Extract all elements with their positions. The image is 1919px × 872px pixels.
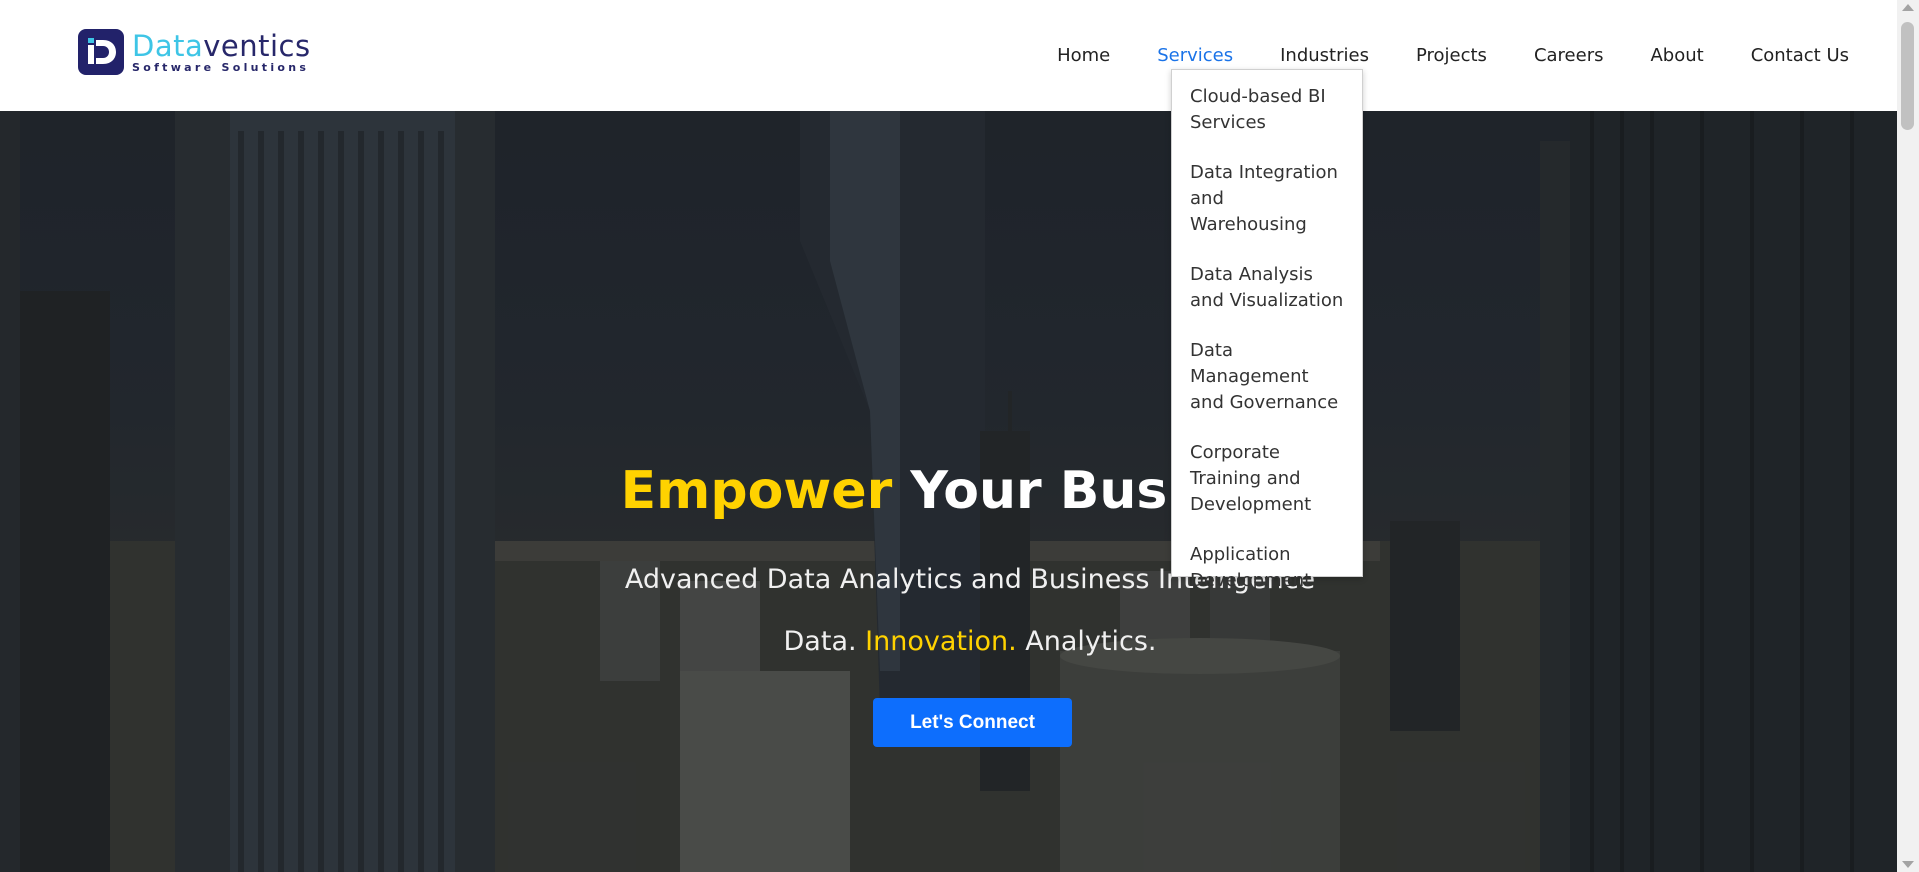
services-dropdown: Cloud-based BI Services Data Integration… <box>1171 69 1363 591</box>
logo-mark-icon <box>78 29 124 75</box>
nav-careers[interactable]: Careers <box>1534 45 1604 66</box>
hero-title: Empower Your Business <box>0 461 1897 521</box>
page-scrollbar[interactable] <box>1897 0 1919 872</box>
services-item-corporate-training[interactable]: Corporate Training and Development <box>1172 440 1362 518</box>
nav-home[interactable]: Home <box>1057 45 1110 66</box>
nav-industries[interactable]: Industries <box>1280 45 1369 66</box>
services-item-data-analysis[interactable]: Data Analysis and Visualization <box>1172 262 1362 314</box>
brand-tagline: Software Solutions <box>132 60 310 74</box>
hero-title-highlight: Empower <box>620 461 893 521</box>
site-header: Dataventics Software Solutions Home Serv… <box>0 0 1897 111</box>
dataventics-logo[interactable]: Dataventics Software Solutions <box>78 29 311 75</box>
tagline-analytics: Analytics. <box>1016 626 1157 657</box>
nav-contact-us[interactable]: Contact Us <box>1751 45 1849 66</box>
services-item-app-development[interactable]: Application Development <box>1172 542 1362 594</box>
main-nav: Home Services Industries Projects Career… <box>1010 45 1849 66</box>
brand-name-part1: Data <box>132 28 204 63</box>
services-item-data-management[interactable]: Data Management and Governance <box>1172 338 1362 416</box>
services-item-cloud-bi[interactable]: Cloud-based BI Services <box>1172 84 1362 136</box>
scroll-up-arrow-icon[interactable] <box>1902 4 1914 11</box>
nav-projects[interactable]: Projects <box>1416 45 1487 66</box>
tagline-innovation: Innovation. <box>865 626 1017 657</box>
brand-name-part2: ventics <box>203 28 311 63</box>
hero-subtitle: Advanced Data Analytics and Business Int… <box>624 564 1316 595</box>
services-item-data-integration[interactable]: Data Integration and Warehousing <box>1172 160 1362 238</box>
lets-connect-button[interactable]: Let's Connect <box>873 698 1072 747</box>
hero-tagline: Data. Innovation. Analytics. <box>0 626 1897 657</box>
scrollbar-thumb[interactable] <box>1901 22 1914 130</box>
nav-about[interactable]: About <box>1650 45 1703 66</box>
scroll-down-arrow-icon[interactable] <box>1902 861 1914 868</box>
tagline-data: Data. <box>783 626 866 657</box>
hero-section: Empower Your Business Advanced Data Anal… <box>0 111 1897 872</box>
nav-services[interactable]: Services <box>1157 45 1233 66</box>
brand-name: Dataventics <box>132 31 311 61</box>
